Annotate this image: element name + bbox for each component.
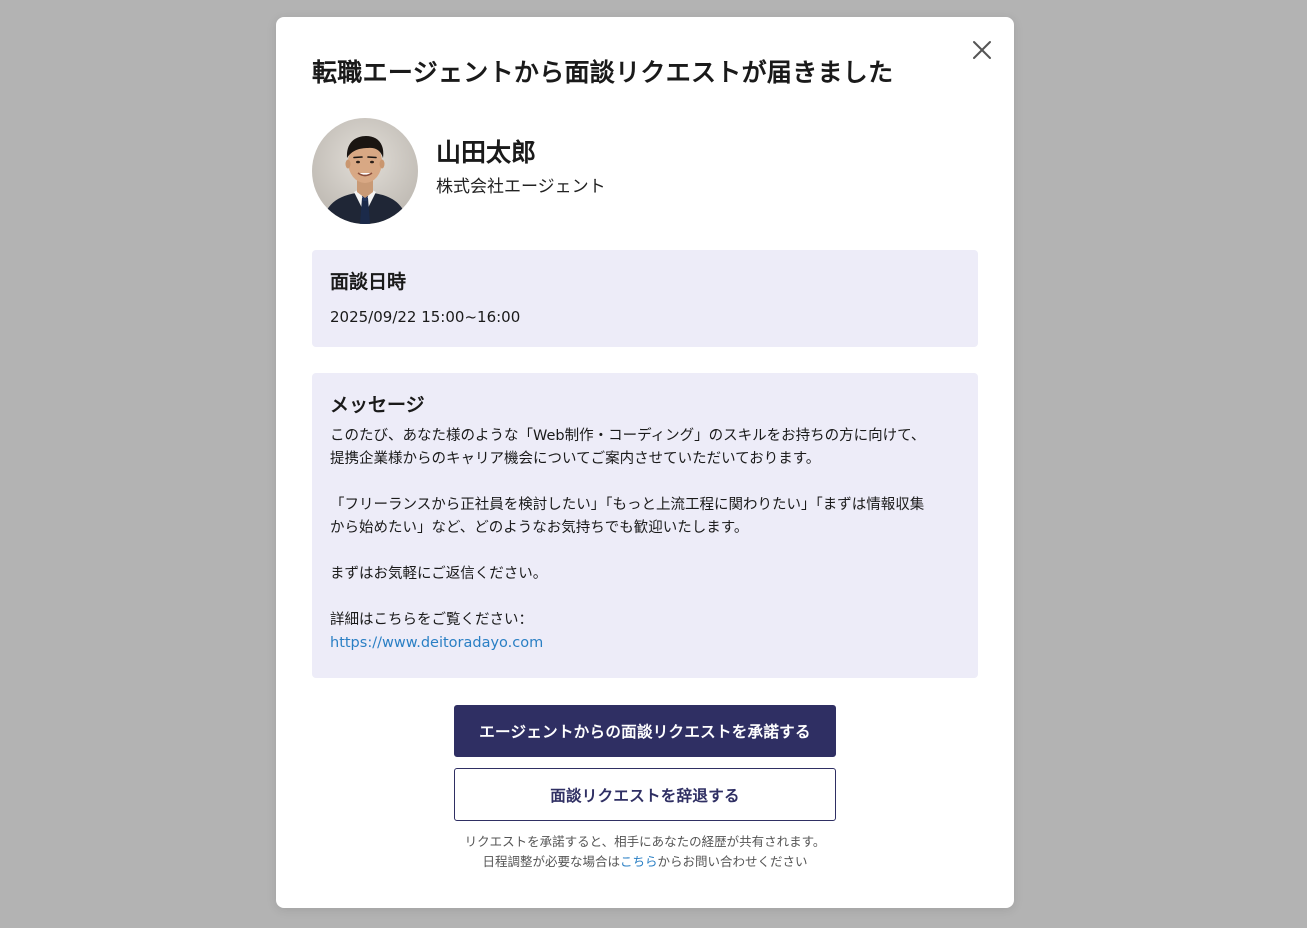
modal-title: 転職エージェントから面談リクエストが届きました	[312, 58, 894, 87]
message-line: このたび、あなた様のような「Web制作・コーディング」のスキルをお持ちの方に向け…	[330, 428, 926, 444]
footnote-line: リクエストを承諾すると、相手にあなたの経歴が共有されます。	[464, 834, 826, 849]
avatar	[312, 118, 418, 224]
avatar-photo-icon	[312, 118, 418, 224]
message-heading: メッセージ	[330, 394, 425, 416]
message-line: まずはお気軽にご返信ください。	[330, 566, 548, 582]
agent-profile: 山田太郎 株式会社エージェント	[312, 118, 606, 224]
footnote-text: 日程調整が必要な場合は	[482, 854, 620, 869]
footnote: リクエストを承諾すると、相手にあなたの経歴が共有されます。 日程調整が必要な場合…	[276, 832, 1014, 872]
agent-info: 山田太郎 株式会社エージェント	[436, 136, 606, 200]
footnote-text: からお問い合わせください	[657, 854, 808, 869]
message-line: 提携企業様からのキャリア機会についてご案内させていただいております。	[330, 451, 821, 467]
interview-datetime-panel: 面談日時 2025/09/22 15:00~16:00	[312, 250, 978, 347]
interview-datetime-value: 2025/09/22 15:00~16:00	[330, 308, 521, 326]
accept-request-button[interactable]: エージェントからの面談リクエストを承諾する	[454, 705, 836, 757]
message-line: 「フリーランスから正社員を検討したい」「もっと上流工程に関わりたい」「まずは情報…	[330, 497, 925, 513]
decline-request-button[interactable]: 面談リクエストを辞退する	[454, 768, 836, 821]
interview-request-modal: 転職エージェントから面談リクエストが届きました 山田太郎 株式会社エージェント …	[276, 17, 1014, 908]
close-button[interactable]	[970, 38, 994, 62]
close-icon	[973, 41, 991, 59]
message-body: このたび、あなた様のような「Web制作・コーディング」のスキルをお持ちの方に向け…	[330, 425, 960, 655]
contact-link[interactable]: こちら	[620, 854, 658, 869]
message-link[interactable]: https://www.deitoradayo.com	[330, 635, 543, 651]
message-line: から始めたい」など、どのようなお気持ちでも歓迎いたします。	[330, 520, 749, 536]
agent-name: 山田太郎	[436, 138, 537, 167]
message-line: 詳細はこちらをご覧ください：	[330, 612, 533, 628]
agent-company: 株式会社エージェント	[436, 177, 606, 197]
interview-datetime-heading: 面談日時	[330, 271, 407, 293]
message-panel: メッセージ このたび、あなた様のような「Web制作・コーディング」のスキルをお持…	[312, 373, 978, 678]
footnote-line: 日程調整が必要な場合はこちらからお問い合わせください	[276, 852, 1014, 872]
